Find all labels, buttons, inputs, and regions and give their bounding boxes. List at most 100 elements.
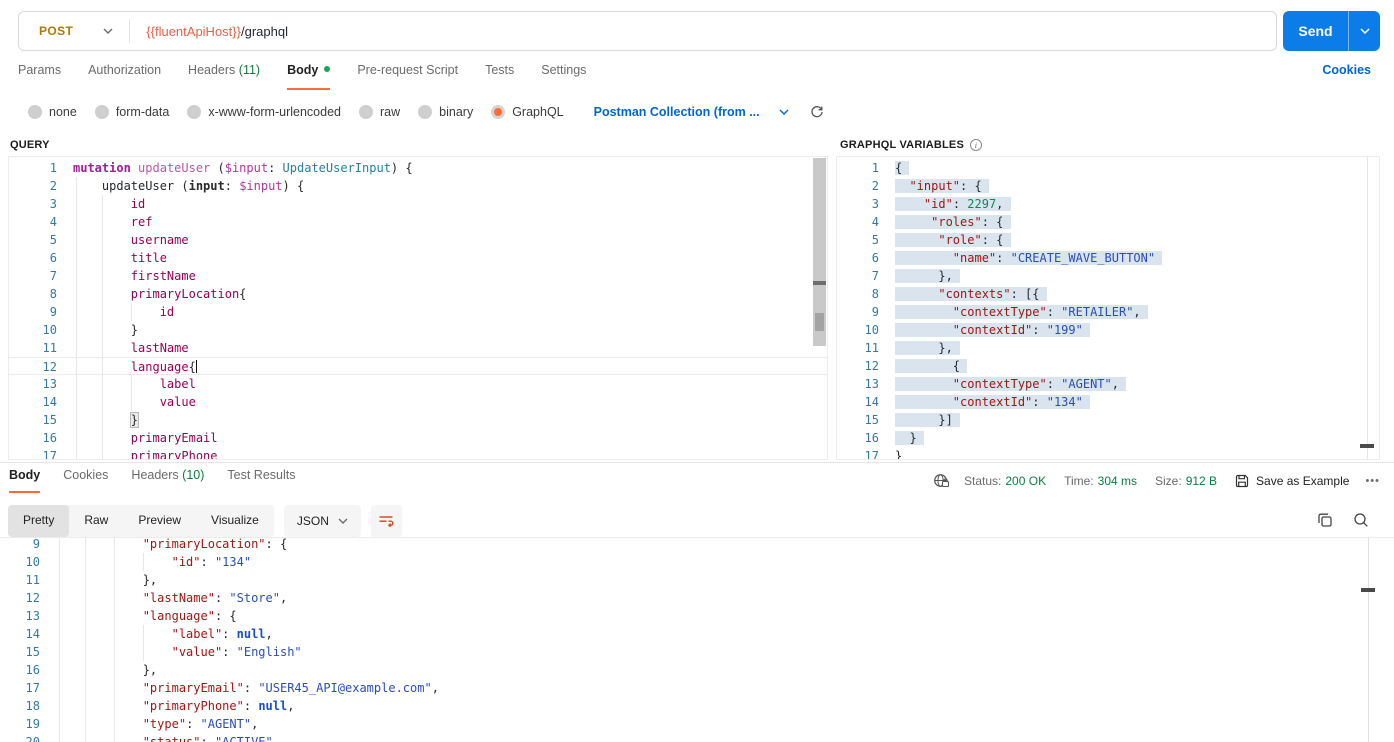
code-line[interactable]: 16 }, xyxy=(0,661,1394,679)
code-line[interactable]: 11 lastName xyxy=(9,339,827,357)
network-globe-icon[interactable] xyxy=(933,473,950,489)
indent-guide xyxy=(59,679,60,697)
line-number: 14 xyxy=(42,395,57,409)
line-number: 5 xyxy=(871,233,879,247)
code-line[interactable]: 5 username xyxy=(9,231,827,249)
code-line[interactable]: 15 "value": "English" xyxy=(0,643,1394,661)
response-headers-count: (10) xyxy=(182,468,205,482)
response-body-editor[interactable]: 9 "primaryLocation": {10 "id": "134" 11 }… xyxy=(0,538,1394,742)
code-line[interactable]: 1{ xyxy=(837,159,1379,177)
code-line[interactable]: 17 "primaryEmail": "USER45_API@example.c… xyxy=(0,679,1394,697)
schema-source-link[interactable]: Postman Collection (from ... xyxy=(594,105,760,119)
send-button[interactable]: Send xyxy=(1283,11,1348,51)
body-type-binary[interactable]: binary xyxy=(418,105,473,119)
tab-body[interactable]: Body xyxy=(287,63,331,90)
chevron-down-icon[interactable] xyxy=(103,28,113,34)
code-line[interactable]: 12 { xyxy=(837,357,1379,375)
code-line[interactable]: 16 primaryEmail xyxy=(9,429,827,447)
code-line[interactable]: 17} xyxy=(837,447,1379,459)
tab-tests[interactable]: Tests xyxy=(485,63,514,90)
code-line[interactable]: 1 mutation updateUser ($input: UpdateUser… xyxy=(9,159,827,177)
code-line[interactable]: 14 "label": null, xyxy=(0,625,1394,643)
code-line[interactable]: 14 "contextId": "134" xyxy=(837,393,1379,411)
search-icon[interactable] xyxy=(1353,512,1369,528)
code-line[interactable]: 16 } xyxy=(837,429,1379,447)
body-type-x-www-form-urlencoded[interactable]: x-www-form-urlencoded xyxy=(187,105,341,119)
response-tab-body[interactable]: Body xyxy=(9,468,41,493)
code-line[interactable]: 13 "contextType": "AGENT", xyxy=(837,375,1379,393)
body-type-form-data[interactable]: form-data xyxy=(94,105,169,119)
code-line[interactable]: 13 label xyxy=(9,375,827,393)
format-select[interactable]: JSON xyxy=(283,505,361,537)
save-as-example-button[interactable]: Save as Example xyxy=(1235,474,1349,488)
indent-guide xyxy=(84,733,86,742)
code-line[interactable]: 2 updateUser (input: $input) { xyxy=(9,177,827,195)
response-tab-test-results[interactable]: Test Results xyxy=(227,468,295,493)
view-raw[interactable]: Raw xyxy=(69,505,123,537)
code-line[interactable]: 11 }, xyxy=(0,571,1394,589)
schema-chevron-down-icon[interactable] xyxy=(779,109,789,115)
body-type-graphql[interactable]: GraphQL xyxy=(491,105,564,119)
code-line[interactable]: 8 "contexts": [{ xyxy=(837,285,1379,303)
code-line[interactable]: 10 "contextId": "199" xyxy=(837,321,1379,339)
line-number: 1 xyxy=(49,161,57,175)
code-line[interactable]: 6 "name": "CREATE_WAVE_BUTTON" xyxy=(837,249,1379,267)
response-tab-cookies[interactable]: Cookies xyxy=(63,468,108,493)
code-line[interactable]: 11 }, xyxy=(837,339,1379,357)
code-line[interactable]: 4 ref xyxy=(9,213,827,231)
response-view-toolbar: Pretty Raw Preview Visualize JSON xyxy=(8,505,402,537)
tab-params[interactable]: Params xyxy=(18,63,61,90)
code-line[interactable]: 8 primaryLocation{ xyxy=(9,285,827,303)
view-preview[interactable]: Preview xyxy=(123,505,196,537)
cookies-link[interactable]: Cookies xyxy=(1322,63,1371,77)
refresh-schema-icon[interactable] xyxy=(810,105,824,119)
code-line[interactable]: 14 value xyxy=(9,393,827,411)
code-line[interactable]: 9 "primaryLocation": { xyxy=(0,538,1394,553)
tab-authorization[interactable]: Authorization xyxy=(88,63,161,90)
code-line[interactable]: 15 }] xyxy=(837,411,1379,429)
code-line[interactable]: 15 } xyxy=(9,411,827,429)
code-line[interactable]: 12 language{ xyxy=(9,357,827,375)
tab-headers[interactable]: Headers (11) xyxy=(188,63,260,90)
tab-settings[interactable]: Settings xyxy=(541,63,586,90)
response-tab-headers[interactable]: Headers (10) xyxy=(131,468,204,493)
tab-pre-request-script[interactable]: Pre-request Script xyxy=(357,63,458,90)
send-options-chevron-icon[interactable] xyxy=(1348,11,1380,51)
wrap-text-icon[interactable] xyxy=(370,505,402,537)
code-line[interactable]: 3 "id": 2297, xyxy=(837,195,1379,213)
code-line[interactable]: 2 "input": { xyxy=(837,177,1379,195)
line-number: 9 xyxy=(49,305,57,319)
code-line[interactable]: 18 "primaryPhone": null, xyxy=(0,697,1394,715)
line-number: 12 xyxy=(25,591,40,605)
code-line[interactable]: 19 "type": "AGENT", xyxy=(0,715,1394,733)
code-line[interactable]: 13 "language": { xyxy=(0,607,1394,625)
code-line[interactable]: 12 "lastName": "Store", xyxy=(0,589,1394,607)
view-pretty[interactable]: Pretty xyxy=(8,505,70,537)
code-line[interactable]: 10 "id": "134" xyxy=(0,553,1394,571)
line-number: 7 xyxy=(871,269,879,283)
code-line[interactable]: 9 id xyxy=(9,303,827,321)
code-line[interactable]: 20 "status": "ACTIVE" xyxy=(0,733,1394,742)
code-line[interactable]: 10 } xyxy=(9,321,827,339)
copy-icon[interactable] xyxy=(1317,512,1333,528)
request-tabs: Params Authorization Headers (11) Body P… xyxy=(18,63,1380,90)
code-line[interactable]: 9 "contextType": "RETAILER", xyxy=(837,303,1379,321)
code-line[interactable]: 7 }, xyxy=(837,267,1379,285)
graphql-variables-editor[interactable]: 1{ 2 "input": { 3 "id": 2297, 4 "roles":… xyxy=(836,156,1380,460)
body-type-none[interactable]: none xyxy=(28,105,77,119)
info-icon[interactable]: i xyxy=(970,139,983,151)
view-visualize[interactable]: Visualize xyxy=(196,505,274,537)
indent-guide xyxy=(76,339,77,357)
code-line[interactable]: 3 id xyxy=(9,195,827,213)
body-type-raw[interactable]: raw xyxy=(359,105,400,119)
method-selector[interactable]: POST xyxy=(19,24,73,38)
radio-icon xyxy=(28,105,42,119)
more-actions-icon[interactable]: ••• xyxy=(1365,475,1380,487)
code-line[interactable]: 5 "role": { xyxy=(837,231,1379,249)
code-line[interactable]: 7 firstName xyxy=(9,267,827,285)
code-line[interactable]: 6 title xyxy=(9,249,827,267)
code-line[interactable]: 17 primaryPhone xyxy=(9,447,827,459)
graphql-query-editor[interactable]: 1 mutation updateUser ($input: UpdateUser… xyxy=(8,156,828,460)
code-line[interactable]: 4 "roles": { xyxy=(837,213,1379,231)
url-input[interactable]: {{fluentApiHost}}/graphql xyxy=(130,24,288,39)
